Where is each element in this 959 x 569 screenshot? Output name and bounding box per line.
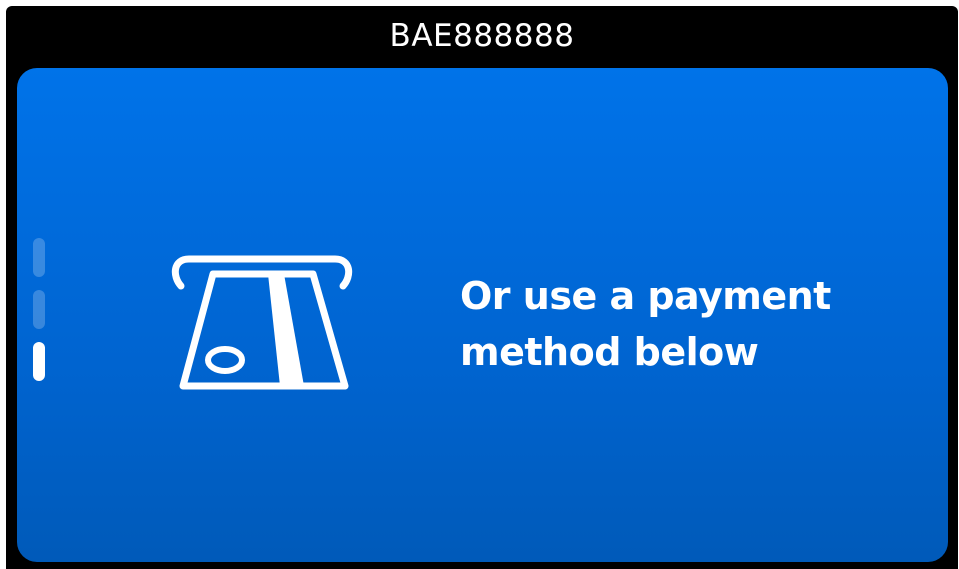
page-indicator bbox=[33, 238, 45, 388]
payment-instruction-line-2: method below bbox=[460, 330, 759, 374]
page-indicator-dot-1 bbox=[33, 238, 45, 277]
terminal-id: BAE888888 bbox=[389, 18, 575, 54]
payment-screen: Or use a payment method below bbox=[17, 68, 948, 562]
card-insert-icon bbox=[171, 255, 353, 390]
payment-instruction: Or use a payment method below bbox=[460, 268, 880, 380]
payment-instruction-line-1: Or use a payment bbox=[460, 274, 831, 318]
page-indicator-dot-3-active bbox=[33, 342, 45, 381]
device-frame: BAE888888 Or use a payment method below bbox=[6, 6, 958, 569]
page-indicator-dot-2 bbox=[33, 290, 45, 329]
